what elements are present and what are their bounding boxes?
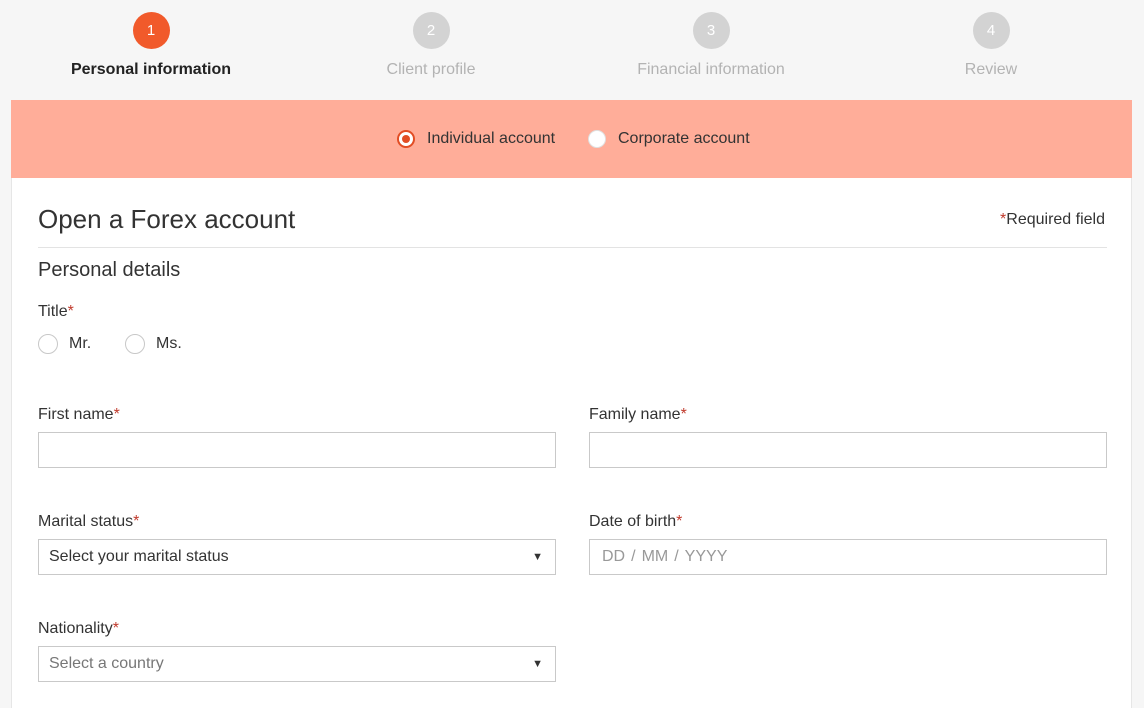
step-number-circle: 2 [412, 12, 450, 49]
nationality-label-text: Nationality [38, 620, 113, 637]
title-field-label: Title* [38, 303, 74, 321]
required-star: * [676, 513, 683, 530]
family-name-label-text: Family name [589, 406, 681, 423]
nationality-select[interactable]: Select a country ▼ [38, 646, 556, 682]
step-review[interactable]: 4 Review [881, 12, 1101, 79]
step-number-circle: 1 [132, 12, 170, 49]
step-label: Review [964, 61, 1018, 78]
first-name-input[interactable] [38, 432, 556, 468]
title-divider [38, 247, 1107, 248]
ms-radio[interactable] [125, 334, 145, 354]
step-label: Personal information [70, 61, 232, 78]
marital-status-label-text: Marital status [38, 513, 134, 530]
individual-account-label: Individual account [427, 130, 556, 147]
title-option-mr[interactable]: Mr. [38, 334, 91, 354]
family-name-input[interactable] [589, 432, 1107, 468]
corporate-account-radio[interactable] [588, 130, 606, 148]
required-star: * [113, 406, 120, 423]
dob-separator: / [631, 548, 636, 565]
date-of-birth-label: Date of birth* [589, 513, 682, 531]
family-name-label: Family name* [589, 406, 687, 424]
mr-label: Mr. [69, 335, 92, 352]
account-form-card: Open a Forex account *Required field Per… [11, 178, 1132, 708]
step-label: Financial information [637, 61, 785, 78]
step-label: Client profile [386, 61, 476, 78]
first-name-label-text: First name [38, 406, 114, 423]
dob-day-field[interactable]: DD [602, 548, 625, 566]
caret-down-icon: ▼ [532, 658, 543, 670]
title-label-text: Title [38, 303, 68, 320]
individual-account-radio[interactable] [397, 130, 415, 148]
step-number-circle: 4 [972, 12, 1010, 49]
required-field-note: *Required field [1000, 211, 1105, 229]
marital-status-value: Select your marital status [49, 548, 229, 565]
marital-status-select[interactable]: Select your marital status ▼ [38, 539, 556, 575]
ms-label: Ms. [156, 335, 182, 352]
step-personal-information[interactable]: 1 Personal information [41, 12, 261, 79]
page-title: Open a Forex account [38, 204, 296, 234]
required-star: * [680, 406, 687, 423]
required-star: * [133, 513, 140, 530]
date-of-birth-input[interactable]: DD / MM / YYYY [589, 539, 1107, 575]
corporate-account-option[interactable]: Corporate account [588, 128, 750, 150]
individual-account-option[interactable]: Individual account [397, 128, 555, 150]
step-number-circle: 3 [692, 12, 730, 49]
title-option-ms[interactable]: Ms. [125, 334, 182, 354]
dob-month-field[interactable]: MM [642, 548, 669, 566]
mr-radio[interactable] [38, 334, 58, 354]
required-note-text: Required field [1006, 211, 1105, 228]
caret-down-icon: ▼ [532, 551, 543, 563]
step-financial-information[interactable]: 3 Financial information [601, 12, 821, 79]
dob-year-field[interactable]: YYYY [685, 548, 728, 566]
date-of-birth-label-text: Date of birth [589, 513, 677, 530]
nationality-label: Nationality* [38, 620, 119, 638]
marital-status-label: Marital status* [38, 513, 139, 531]
dob-separator: / [674, 548, 679, 565]
first-name-label: First name* [38, 406, 120, 424]
section-title: Personal details [38, 259, 181, 281]
nationality-value: Select a country [49, 655, 164, 672]
account-type-selector: Individual account Corporate account [11, 100, 1132, 178]
step-client-profile[interactable]: 2 Client profile [321, 12, 541, 79]
corporate-account-label: Corporate account [618, 130, 750, 147]
required-star: * [67, 303, 74, 320]
progress-stepper: 1 Personal information 2 Client profile … [0, 0, 1144, 100]
required-star: * [112, 620, 119, 637]
